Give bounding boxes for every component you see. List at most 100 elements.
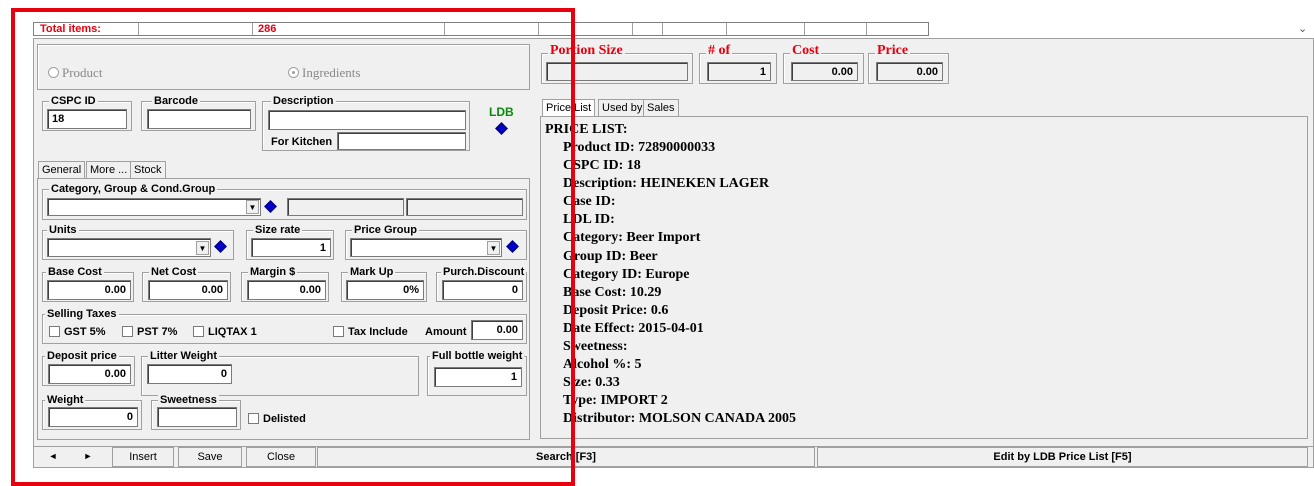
portion-group: Portion Size — [541, 44, 693, 84]
price-group-select[interactable] — [350, 238, 502, 257]
markup-label: Mark Up — [348, 266, 396, 278]
price-list-line: Product ID: 72890000033 — [563, 140, 716, 155]
sweetness-label: Sweetness — [158, 394, 219, 406]
price-label: Price — [875, 43, 911, 58]
delisted-checkbox[interactable]: Delisted — [248, 413, 306, 425]
litter-weight-group: Litter Weight 0 — [141, 350, 419, 396]
for-kitchen-input[interactable] — [337, 132, 466, 150]
litter-weight-input[interactable]: 0 — [147, 364, 232, 384]
pst-checkbox[interactable]: PST 7% — [122, 326, 177, 338]
prev-button[interactable]: ◄ — [37, 447, 69, 467]
insert-button[interactable]: Insert — [112, 447, 174, 467]
price-list-line: Type: IMPORT 2 — [563, 393, 668, 409]
sweetness-input[interactable] — [157, 407, 237, 427]
top-bar: Total items: 286 — [33, 22, 929, 36]
size-rate-input[interactable]: 1 — [251, 238, 331, 257]
chevron-down-icon[interactable]: ▼ — [196, 241, 209, 255]
weight-input[interactable]: 0 — [48, 407, 138, 427]
price-list-panel: PRICE LIST: Product ID: 72890000033 CSPC… — [540, 116, 1308, 439]
margin-label: Margin $ — [248, 266, 298, 278]
cond-group-field — [406, 198, 523, 216]
price-list-line: Sweetness: — [563, 339, 628, 355]
product-radio[interactable]: Product — [48, 65, 102, 81]
tab-more[interactable]: More ... — [86, 161, 132, 178]
base-cost-group: Base Cost 0.00 — [42, 266, 134, 302]
price-list-line: Case ID: — [563, 194, 616, 210]
scroll-down-icon[interactable]: ⌄ — [1298, 22, 1307, 35]
full-bottle-input[interactable]: 1 — [434, 367, 522, 387]
markup-input[interactable]: 0% — [346, 280, 424, 300]
mode-group: Product Ingredients — [37, 44, 530, 90]
chevron-down-icon[interactable]: ▼ — [246, 200, 259, 214]
gst-checkbox[interactable]: GST 5% — [49, 326, 106, 338]
price-list-line: CSPC ID: 18 — [563, 158, 641, 174]
tab-general[interactable]: General — [38, 161, 86, 178]
units-group: Units ▼ — [42, 224, 234, 260]
chevron-down-icon[interactable]: ▼ — [487, 241, 500, 255]
weight-group: Weight 0 — [42, 394, 142, 430]
amount-input[interactable]: 0.00 — [471, 320, 523, 340]
cost-input[interactable]: 0.00 — [791, 62, 858, 81]
margin-input[interactable]: 0.00 — [247, 280, 326, 300]
size-rate-group: Size rate 1 — [246, 224, 334, 260]
num-of-input[interactable]: 1 — [707, 62, 771, 81]
ingredients-radio[interactable]: Ingredients — [288, 65, 360, 81]
price-list-line: Size: 0.33 — [563, 375, 620, 391]
cost-group: Cost 0.00 — [783, 44, 864, 84]
tax-include-checkbox[interactable]: Tax Include — [333, 326, 408, 338]
next-button[interactable]: ► — [72, 447, 104, 467]
price-group-label: Price Group — [352, 224, 419, 236]
net-cost-input[interactable]: 0.00 — [148, 280, 228, 300]
product-label: Product — [62, 65, 103, 80]
price-list-line: Deposit Price: 0.6 — [563, 302, 669, 318]
price-list-line: Alcohol %: 5 — [563, 357, 642, 373]
cspc-input[interactable]: 18 — [47, 109, 127, 129]
price-list-line: Category ID: Europe — [563, 266, 690, 282]
units-diamond-icon[interactable] — [214, 240, 227, 254]
cspc-label: CSPC ID — [49, 95, 98, 107]
units-select[interactable] — [47, 238, 211, 257]
net-cost-group: Net Cost 0.00 — [142, 266, 231, 302]
search-button[interactable]: Search [F3] — [317, 447, 815, 467]
ldb-diamond-icon[interactable] — [495, 122, 508, 136]
size-rate-label: Size rate — [253, 224, 303, 236]
price-group-diamond-icon[interactable] — [506, 240, 519, 254]
save-button[interactable]: Save — [178, 447, 242, 467]
price-list-line: Distributor: MOLSON CANADA 2005 — [563, 411, 796, 427]
price-group-group: Price Group ▼ — [345, 224, 527, 260]
ingredients-label: Ingredients — [302, 65, 361, 80]
margin-group: Margin $ 0.00 — [241, 266, 329, 302]
price-list-line: Base Cost: 10.29 — [563, 284, 662, 300]
edit-ldb-button[interactable]: Edit by LDB Price List [F5] — [817, 447, 1308, 467]
purch-discount-label: Purch.Discount — [441, 266, 527, 278]
portion-input[interactable] — [546, 62, 688, 81]
price-group: Price 0.00 — [868, 44, 949, 84]
deposit-group: Deposit price 0.00 — [42, 350, 135, 386]
price-list-line: LDL ID: — [563, 212, 615, 228]
close-button[interactable]: Close — [246, 447, 316, 467]
purch-discount-input[interactable]: 0 — [442, 280, 523, 300]
price-list-line: Description: HEINEKEN LAGER — [563, 176, 770, 192]
amount-label: Amount — [425, 326, 467, 338]
category-select[interactable] — [47, 198, 261, 216]
cost-label: Cost — [790, 43, 822, 58]
product-radio-icon — [48, 67, 59, 78]
tab-used-by[interactable]: Used by — [598, 99, 647, 116]
liqtax-checkbox[interactable]: LIQTAX 1 — [193, 326, 257, 338]
deposit-input[interactable]: 0.00 — [48, 364, 131, 384]
ldb-label: LDB — [489, 105, 514, 119]
description-input[interactable] — [268, 110, 466, 130]
barcode-input[interactable] — [147, 109, 251, 129]
tab-price-list[interactable]: Price List — [542, 99, 596, 116]
tab-stock[interactable]: Stock — [130, 161, 166, 178]
full-bottle-group: Full bottle weight 1 — [427, 350, 527, 396]
tab-sales[interactable]: Sales — [643, 99, 679, 116]
portion-label: Portion Size — [548, 43, 625, 58]
base-cost-input[interactable]: 0.00 — [47, 280, 131, 300]
total-items-label: Total items: — [40, 23, 101, 35]
category-group: Category, Group & Cond.Group ▼ — [42, 183, 527, 220]
category-diamond-icon[interactable] — [264, 200, 277, 214]
deposit-label: Deposit price — [45, 350, 119, 362]
price-input[interactable]: 0.00 — [876, 62, 943, 81]
num-of-label: # of — [706, 43, 733, 58]
